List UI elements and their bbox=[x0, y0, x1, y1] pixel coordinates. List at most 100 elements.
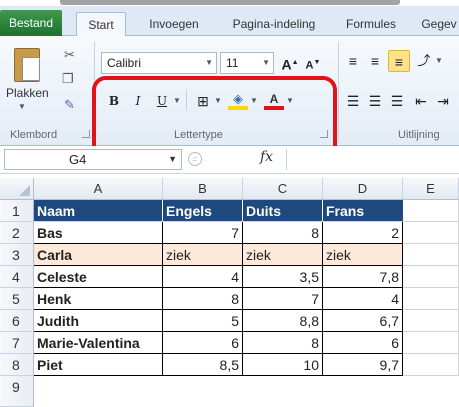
header-cell-naam[interactable]: Naam bbox=[34, 200, 163, 222]
orientation-dropdown-icon[interactable]: ▼ bbox=[434, 50, 444, 72]
clipboard-launcher-icon[interactable] bbox=[82, 130, 90, 138]
header-cell-engels[interactable]: Engels bbox=[163, 200, 243, 222]
row-header-9[interactable]: 9 bbox=[0, 376, 34, 407]
row-header-8[interactable]: 8 bbox=[0, 354, 34, 376]
absent-cell[interactable]: ziek bbox=[243, 244, 323, 266]
cut-icon[interactable]: ✂ bbox=[64, 48, 75, 62]
empty-cell[interactable] bbox=[403, 354, 459, 376]
tab-formules[interactable]: Formules bbox=[336, 12, 406, 36]
orientation-icon[interactable]: ⤴ bbox=[414, 50, 434, 72]
align-middle-icon[interactable]: ≡ bbox=[366, 50, 384, 72]
empty-cell[interactable] bbox=[403, 222, 459, 244]
empty-cell[interactable] bbox=[403, 244, 459, 266]
chevron-down-icon[interactable]: ▼ bbox=[168, 150, 177, 169]
grade-cell[interactable]: 10 bbox=[243, 354, 323, 376]
paste-dropdown-arrow[interactable]: ▼ bbox=[18, 102, 26, 111]
align-bottom-icon[interactable]: ≡ bbox=[388, 50, 410, 72]
column-header-d[interactable]: D bbox=[323, 178, 403, 200]
grade-cell[interactable]: 6 bbox=[163, 332, 243, 354]
chevron-down-icon[interactable]: ▼ bbox=[262, 53, 270, 73]
copy-icon[interactable]: ❐ bbox=[62, 72, 74, 86]
row-header-6[interactable]: 6 bbox=[0, 310, 34, 332]
row-header-2[interactable]: 2 bbox=[0, 222, 34, 244]
grade-cell[interactable]: 8,8 bbox=[243, 310, 323, 332]
insert-function-icon[interactable]: fx bbox=[260, 149, 273, 165]
grade-cell[interactable]: 8 bbox=[243, 332, 323, 354]
tab-pagina-indeling[interactable]: Pagina-indeling bbox=[220, 12, 328, 36]
grade-cell[interactable]: 6,7 bbox=[323, 310, 403, 332]
tab-bestand[interactable]: Bestand bbox=[0, 10, 62, 36]
font-size-combo[interactable]: 11 ▼ bbox=[220, 52, 274, 74]
header-cell-frans[interactable]: Frans bbox=[323, 200, 403, 222]
column-header-c[interactable]: C bbox=[243, 178, 323, 200]
increase-indent-icon[interactable]: ⇥ bbox=[434, 90, 452, 112]
font-name-combo[interactable]: Calibri ▼ bbox=[101, 52, 217, 74]
cancel-icon[interactable]: = bbox=[188, 152, 202, 166]
font-size-value: 11 bbox=[226, 56, 239, 70]
grade-cell[interactable]: 5 bbox=[163, 310, 243, 332]
column-header-a[interactable]: A bbox=[34, 178, 163, 200]
formula-bar: G4 ▼ = fx bbox=[0, 146, 459, 174]
grade-cell[interactable]: 6 bbox=[323, 332, 403, 354]
grow-font-icon: A bbox=[281, 56, 292, 73]
empty-cell[interactable] bbox=[403, 310, 459, 332]
grade-cell[interactable]: 4 bbox=[323, 288, 403, 310]
formula-input[interactable] bbox=[286, 149, 459, 170]
grow-font-button[interactable]: A▲ bbox=[279, 52, 301, 74]
ribbon-tab-row: Bestand Start Invoegen Pagina-indeling F… bbox=[0, 6, 459, 37]
tab-gegevens[interactable]: Gegev bbox=[414, 12, 459, 36]
chevron-down-icon[interactable]: ▼ bbox=[205, 53, 213, 73]
align-right-icon[interactable]: ☰ bbox=[388, 90, 406, 112]
align-left-icon[interactable]: ☰ bbox=[344, 90, 362, 112]
ribbon: Plakken ▼ ✂ ❐ ✎ Klembord Calibri ▼ 11 ▼ … bbox=[0, 36, 459, 174]
select-all-corner[interactable] bbox=[0, 178, 34, 200]
absent-cell[interactable]: ziek bbox=[163, 244, 243, 266]
header-cell-duits[interactable]: Duits bbox=[243, 200, 323, 222]
empty-cell[interactable] bbox=[403, 288, 459, 310]
decrease-indent-icon[interactable]: ⇤ bbox=[412, 90, 430, 112]
paste-button-label[interactable]: Plakken bbox=[6, 86, 49, 100]
group-label-klembord: Klembord bbox=[10, 129, 58, 141]
column-header-e[interactable]: E bbox=[403, 178, 459, 200]
row-header-1[interactable]: 1 bbox=[0, 200, 34, 222]
name-cell[interactable]: Bas bbox=[34, 222, 163, 244]
name-box-value: G4 bbox=[69, 152, 87, 167]
name-box[interactable]: G4 ▼ bbox=[4, 149, 182, 170]
row-header-5[interactable]: 5 bbox=[0, 288, 34, 310]
grade-cell[interactable]: 7 bbox=[163, 222, 243, 244]
align-top-icon[interactable]: ≡ bbox=[344, 50, 362, 72]
grade-cell[interactable]: 8,5 bbox=[163, 354, 243, 376]
name-cell[interactable]: Celeste bbox=[34, 266, 163, 288]
name-cell[interactable]: Piet bbox=[34, 354, 163, 376]
grade-cell[interactable]: 8 bbox=[163, 288, 243, 310]
tab-start[interactable]: Start bbox=[76, 12, 126, 37]
grade-cell[interactable]: 9,7 bbox=[323, 354, 403, 376]
grade-cell[interactable]: 8 bbox=[243, 222, 323, 244]
empty-cell[interactable] bbox=[403, 200, 459, 222]
shrink-font-button[interactable]: A▼ bbox=[302, 52, 324, 74]
name-cell[interactable]: Judith bbox=[34, 310, 163, 332]
column-header-b[interactable]: B bbox=[163, 178, 243, 200]
name-cell[interactable]: Henk bbox=[34, 288, 163, 310]
paste-icon[interactable] bbox=[14, 48, 40, 82]
format-painter-icon[interactable]: ✎ bbox=[64, 98, 75, 112]
row-header-3[interactable]: 3 bbox=[0, 244, 34, 266]
grade-cell[interactable]: 3,5 bbox=[243, 266, 323, 288]
row-header-7[interactable]: 7 bbox=[0, 332, 34, 354]
tab-invoegen[interactable]: Invoegen bbox=[138, 12, 210, 36]
empty-cell[interactable] bbox=[403, 266, 459, 288]
grade-cell[interactable]: 4 bbox=[163, 266, 243, 288]
shrink-font-icon: A bbox=[305, 59, 314, 72]
row-header-4[interactable]: 4 bbox=[0, 266, 34, 288]
empty-cell[interactable] bbox=[403, 332, 459, 354]
align-center-icon[interactable]: ☰ bbox=[366, 90, 384, 112]
name-cell[interactable]: Marie-Valentina bbox=[34, 332, 163, 354]
absent-cell[interactable]: ziek bbox=[323, 244, 403, 266]
name-cell[interactable]: Carla bbox=[34, 244, 163, 266]
grade-cell[interactable]: 2 bbox=[323, 222, 403, 244]
grade-cell[interactable]: 7,8 bbox=[323, 266, 403, 288]
font-name-value: Calibri bbox=[107, 56, 142, 70]
spreadsheet-grid: A B C D E 1 2 3 4 5 6 7 8 9 Naam Engels … bbox=[0, 178, 459, 407]
grade-cell[interactable]: 7 bbox=[243, 288, 323, 310]
group-separator bbox=[338, 42, 339, 142]
